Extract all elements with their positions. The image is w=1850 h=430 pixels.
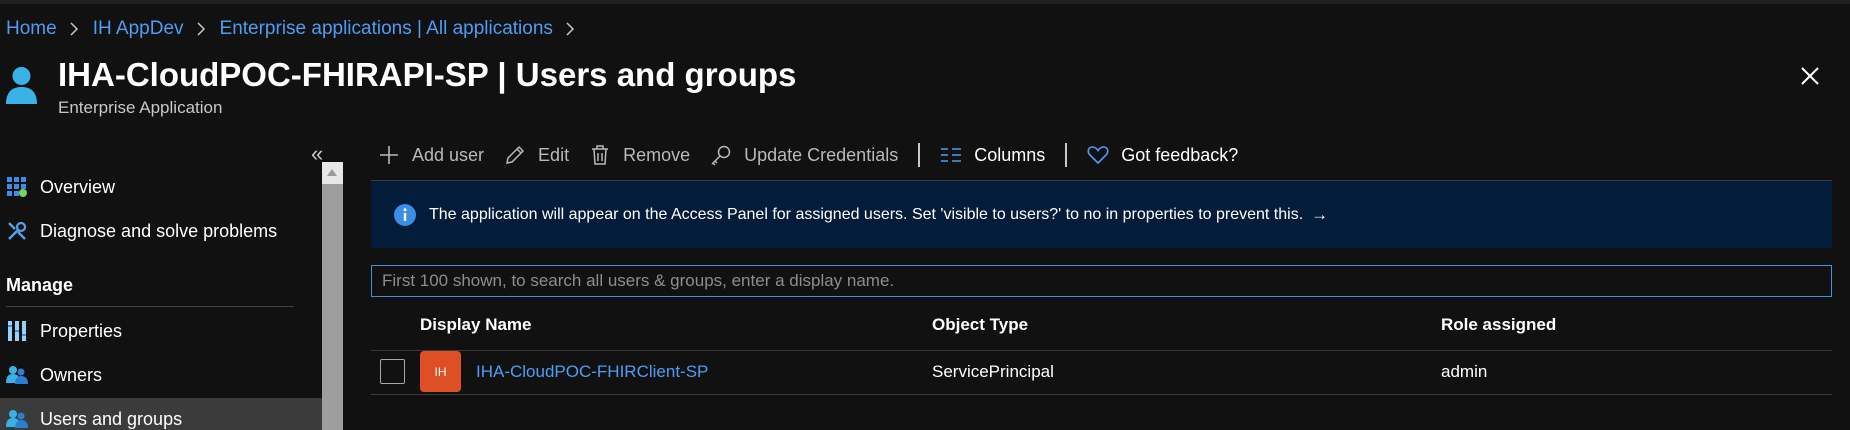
divider	[371, 394, 1832, 395]
columns-icon	[940, 144, 962, 166]
page-title: IHA-CloudPOC-FHIRAPI-SP | Users and grou…	[58, 56, 796, 94]
column-header-object-type[interactable]: Object Type	[932, 315, 1028, 335]
key-icon	[710, 144, 732, 166]
command-toolbar: Add user Edit Remove Update Credentials …	[378, 140, 1238, 170]
chevron-right-icon	[566, 22, 575, 36]
plus-icon	[378, 144, 400, 166]
user-app-icon	[5, 66, 38, 106]
divider	[371, 350, 1832, 351]
remove-button[interactable]: Remove	[589, 140, 690, 170]
object-type-cell: ServicePrincipal	[932, 362, 1054, 381]
column-header-role-assigned[interactable]: Role assigned	[1441, 315, 1556, 335]
sidebar-item-overview[interactable]: Overview	[0, 166, 322, 208]
sidebar-item-label: Owners	[40, 364, 103, 385]
sidebar-item-properties[interactable]: Properties	[0, 310, 322, 352]
sidebar-item-label: Diagnose and solve problems	[40, 220, 278, 241]
close-icon[interactable]	[1797, 63, 1823, 89]
top-border	[0, 0, 1850, 4]
edit-button[interactable]: Edit	[504, 140, 569, 170]
search-input[interactable]	[371, 265, 1832, 297]
display-name-link[interactable]: IHA-CloudPOC-FHIRClient-SP	[476, 362, 708, 382]
feedback-button[interactable]: Got feedback?	[1087, 140, 1238, 170]
columns-button[interactable]: Columns	[940, 140, 1045, 170]
sidebar-item-label: Overview	[40, 176, 116, 197]
toolbar-divider	[1065, 143, 1068, 167]
heart-icon	[1087, 144, 1109, 166]
page-subtitle: Enterprise Application	[58, 98, 223, 117]
collapse-sidebar-button[interactable]: «	[311, 143, 323, 165]
pencil-icon	[504, 144, 526, 166]
grid-icon	[6, 176, 28, 198]
sidebar-item-owners[interactable]: Owners	[0, 354, 322, 396]
sidebar-item-diagnose[interactable]: Diagnose and solve problems	[0, 210, 322, 252]
divider	[6, 306, 294, 307]
info-banner[interactable]: The application will appear on the Acces…	[371, 181, 1832, 248]
chevron-right-icon	[70, 22, 79, 36]
update-credentials-button[interactable]: Update Credentials	[710, 140, 898, 170]
breadcrumb-home-link[interactable]: Home	[6, 18, 57, 40]
info-banner-text: The application will appear on the Acces…	[429, 205, 1304, 223]
sidebar-item-label: Properties	[40, 320, 123, 341]
role-cell: admin	[1441, 362, 1488, 381]
breadcrumb: Home IH AppDev Enterprise applications |…	[6, 18, 589, 40]
arrow-right-icon: →	[1311, 204, 1329, 224]
update-credentials-label: Update Credentials	[744, 144, 899, 165]
edit-label: Edit	[538, 144, 570, 165]
page-title-section: Users and groups	[515, 56, 797, 93]
page-title-separator: |	[488, 56, 516, 93]
remove-label: Remove	[623, 144, 691, 165]
add-user-label: Add user	[412, 144, 485, 165]
scroll-up-arrow-icon[interactable]	[322, 162, 343, 184]
people-icon	[6, 408, 28, 430]
people-icon	[6, 364, 28, 386]
sidebar-section-manage: Manage	[6, 275, 74, 295]
sidebar-item-users-and-groups[interactable]: Users and groups	[0, 398, 322, 430]
column-header-display-name[interactable]: Display Name	[420, 315, 532, 335]
feedback-label: Got feedback?	[1121, 144, 1239, 165]
trash-icon	[589, 144, 611, 166]
page-title-app-name: IHA-CloudPOC-FHIRAPI-SP	[58, 56, 489, 93]
properties-icon	[6, 320, 28, 342]
row-checkbox[interactable]	[380, 359, 405, 384]
sidebar-scrollbar-thumb[interactable]	[322, 184, 343, 430]
info-icon	[393, 203, 417, 227]
columns-label: Columns	[974, 144, 1046, 165]
chevron-right-icon	[196, 22, 206, 36]
sidebar-item-label: Users and groups	[40, 408, 183, 429]
avatar: IH	[420, 351, 461, 392]
breadcrumb-tenant-link[interactable]: IH AppDev	[93, 18, 184, 40]
wrench-icon	[6, 220, 28, 242]
toolbar-divider	[918, 143, 921, 167]
breadcrumb-enterprise-apps-link[interactable]: Enterprise applications | All applicatio…	[220, 18, 553, 40]
add-user-button[interactable]: Add user	[378, 140, 484, 170]
